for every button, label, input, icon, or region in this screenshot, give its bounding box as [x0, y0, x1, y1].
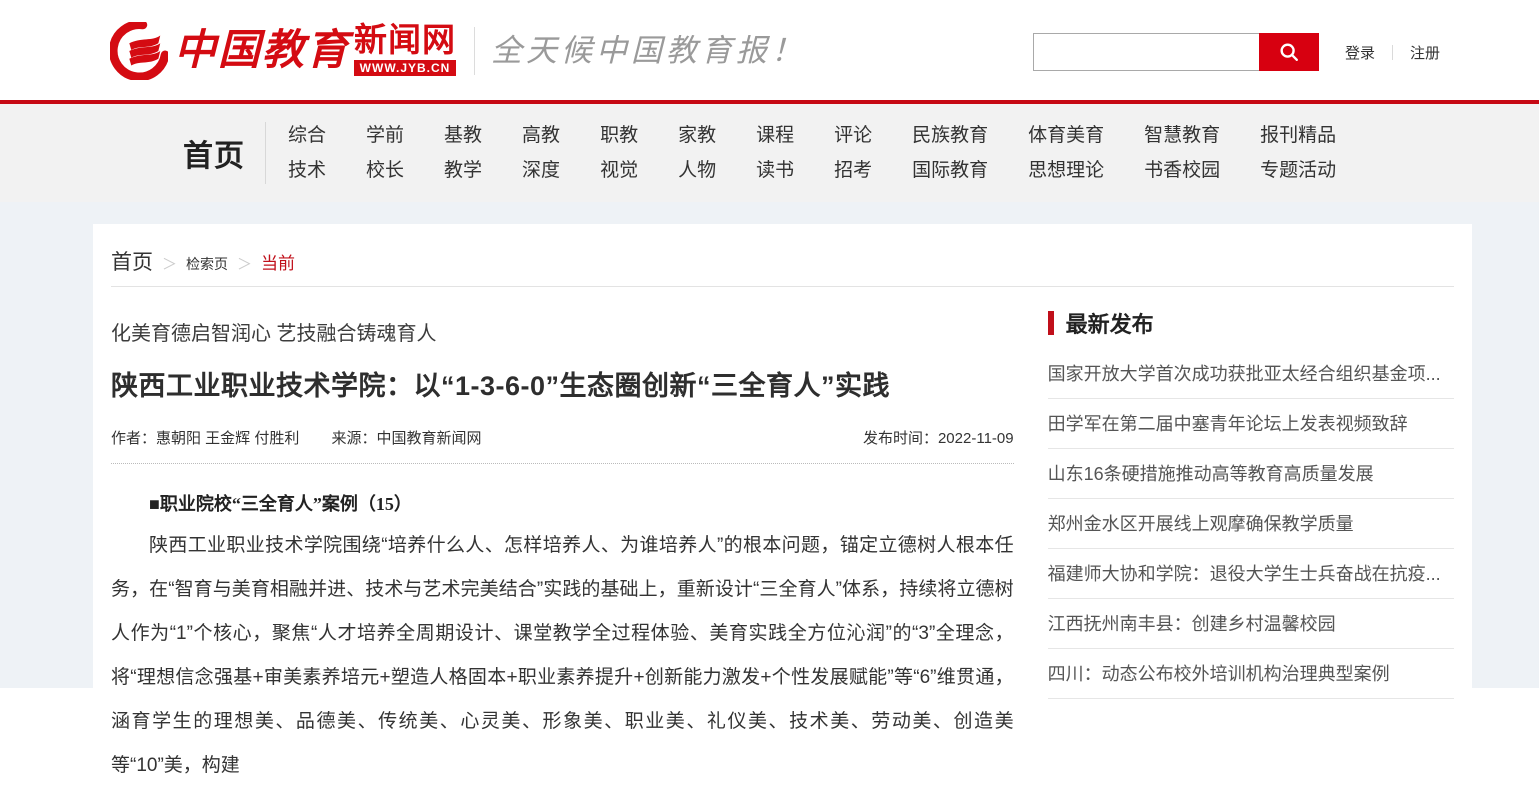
nav-column: 职教 视觉: [600, 125, 638, 182]
search-icon: [1278, 41, 1300, 63]
breadcrumb-current: 当前: [261, 249, 295, 274]
breadcrumb-home[interactable]: 首页: [111, 246, 153, 276]
nav-item-tiyumeiyu[interactable]: 体育美育: [1028, 125, 1104, 147]
nav-item-zhijiao[interactable]: 职教: [600, 125, 638, 147]
nav-item-zhaokao[interactable]: 招考: [834, 160, 872, 182]
nav-column: 基教 教学: [444, 125, 482, 182]
nav-item-jiajiao[interactable]: 家教: [678, 125, 716, 147]
sidebar-header: 最新发布: [1048, 307, 1454, 339]
article-subtitle: 化美育德启智润心 艺技融合铸魂育人: [111, 317, 1014, 346]
nav-item-jiaoxue[interactable]: 教学: [444, 160, 482, 182]
search-button[interactable]: [1259, 33, 1319, 71]
chevron-right-icon: ＞: [162, 253, 177, 274]
nav-item-gaojiao[interactable]: 高教: [522, 125, 560, 147]
nav-item-zhuantihuodong[interactable]: 专题活动: [1260, 160, 1336, 182]
nav-item-zhihuijiaoyu[interactable]: 智慧教育: [1144, 125, 1220, 147]
list-item[interactable]: 福建师大协和学院：退役大学生士兵奋战在抗疫...: [1048, 549, 1454, 599]
red-bar-icon: [1048, 311, 1054, 335]
nav-item-dushu[interactable]: 读书: [756, 160, 794, 182]
logo-divider: [474, 27, 475, 75]
logo-url-badge: WWW.JYB.CN: [354, 60, 456, 76]
list-item[interactable]: 国家开放大学首次成功获批亚太经合组织基金项...: [1048, 349, 1454, 399]
article-author: 作者：惠朝阳 王金辉 付胜利: [111, 430, 299, 447]
nav-column: 家教 人物: [678, 125, 716, 182]
logo-sitename-bold: 新闻网: [354, 22, 456, 58]
nav-home-link[interactable]: 首页: [183, 131, 245, 175]
page-background: 首页 ＞ 检索页 ＞ 当前 化美育德启智润心 艺技融合铸魂育人 陕西工业职业技术…: [0, 202, 1539, 688]
article-paragraph: 陕西工业职业技术学院围绕“培养什么人、怎样培养人、为谁培养人”的根本问题，锚定立…: [111, 524, 1014, 788]
breadcrumb-search-page[interactable]: 检索页: [186, 254, 228, 274]
nav-item-sixianglilun[interactable]: 思想理论: [1028, 160, 1104, 182]
list-item[interactable]: 山东16条硬措施推动高等教育高质量发展: [1048, 449, 1454, 499]
article-meta: 作者：惠朝阳 王金辉 付胜利 来源：中国教育新闻网 发布时间：2022-11-0…: [111, 427, 1014, 448]
list-item[interactable]: 田学军在第二届中塞青年论坛上发表视频致辞: [1048, 399, 1454, 449]
nav-item-guojijiaoyu[interactable]: 国际教育: [912, 160, 988, 182]
article-column: 化美育德启智润心 艺技融合铸魂育人 陕西工业职业技术学院：以“1-3-6-0”生…: [111, 287, 1014, 788]
nav-column: 报刊精品 专题活动: [1260, 125, 1336, 182]
nav-item-shuxiangxiaoyuan[interactable]: 书香校园: [1144, 160, 1220, 182]
register-link[interactable]: 注册: [1410, 42, 1440, 63]
auth-links: 登录 ｜ 注册: [1345, 42, 1440, 63]
nav-item-minzujiaoyu[interactable]: 民族教育: [912, 125, 988, 147]
logo-tagline: 全天候中国教育报！: [491, 22, 806, 80]
nav-divider: [265, 122, 266, 184]
list-item[interactable]: 郑州金水区开展线上观摩确保教学质量: [1048, 499, 1454, 549]
nav-column: 评论 招考: [834, 125, 872, 182]
auth-separator: ｜: [1385, 42, 1400, 63]
breadcrumb: 首页 ＞ 检索页 ＞ 当前: [111, 240, 1454, 287]
latest-list: 国家开放大学首次成功获批亚太经合组织基金项... 田学军在第二届中塞青年论坛上发…: [1048, 349, 1454, 699]
content-card: 首页 ＞ 检索页 ＞ 当前 化美育德启智润心 艺技融合铸魂育人 陕西工业职业技术…: [93, 224, 1472, 788]
nav-item-kecheng[interactable]: 课程: [756, 125, 794, 147]
nav-column: 学前 校长: [366, 125, 404, 182]
nav-item-pinglun[interactable]: 评论: [834, 125, 872, 147]
nav-column: 民族教育 国际教育: [912, 125, 988, 182]
site-logo[interactable]: 中国教育 新闻网 WWW.JYB.CN 全天候中国教育报！: [110, 22, 806, 80]
nav-column: 高教 深度: [522, 125, 560, 182]
nav-item-renwu[interactable]: 人物: [678, 160, 716, 182]
nav-item-jishu[interactable]: 技术: [288, 160, 326, 182]
article-title: 陕西工业职业技术学院：以“1-3-6-0”生态圈创新“三全育人”实践: [111, 364, 1014, 403]
nav-column: 综合 技术: [288, 125, 326, 182]
article-source: 来源：中国教育新闻网: [332, 430, 482, 447]
nav-item-xiaozhang[interactable]: 校长: [366, 160, 404, 182]
dotted-divider: [111, 463, 1014, 464]
nav-column: 课程 读书: [756, 125, 794, 182]
nav-item-zonghe[interactable]: 综合: [288, 125, 326, 147]
nav-item-shijue[interactable]: 视觉: [600, 160, 638, 182]
login-link[interactable]: 登录: [1345, 42, 1375, 63]
article-lead: ■职业院校“三全育人”案例（15）: [111, 490, 1014, 516]
chevron-right-icon: ＞: [237, 253, 252, 274]
main-nav: 首页 综合 技术 学前 校长 基教 教学 高教 深度 职教 视觉 家教 人物 课…: [0, 104, 1539, 202]
site-header: 中国教育 新闻网 WWW.JYB.CN 全天候中国教育报！ 登录 ｜ 注册: [0, 0, 1539, 100]
nav-item-shendu[interactable]: 深度: [522, 160, 560, 182]
search-input[interactable]: [1033, 33, 1259, 71]
list-item[interactable]: 江西抚州南丰县：创建乡村温馨校园: [1048, 599, 1454, 649]
nav-columns: 综合 技术 学前 校长 基教 教学 高教 深度 职教 视觉 家教 人物 课程 读…: [288, 125, 1336, 182]
nav-column: 体育美育 思想理论: [1028, 125, 1104, 182]
logo-sitename-script: 中国教育: [174, 22, 350, 80]
logo-flag-icon: [110, 22, 168, 80]
nav-item-xueqian[interactable]: 学前: [366, 125, 404, 147]
nav-item-jijiao[interactable]: 基教: [444, 125, 482, 147]
nav-column: 智慧教育 书香校园: [1144, 125, 1220, 182]
article-publish-time: 发布时间：2022-11-09: [863, 427, 1014, 448]
nav-item-baokanjingpin[interactable]: 报刊精品: [1260, 125, 1336, 147]
latest-sidebar: 最新发布 国家开放大学首次成功获批亚太经合组织基金项... 田学军在第二届中塞青…: [1048, 287, 1454, 788]
sidebar-title: 最新发布: [1066, 307, 1154, 339]
list-item[interactable]: 四川：动态公布校外培训机构治理典型案例: [1048, 649, 1454, 699]
